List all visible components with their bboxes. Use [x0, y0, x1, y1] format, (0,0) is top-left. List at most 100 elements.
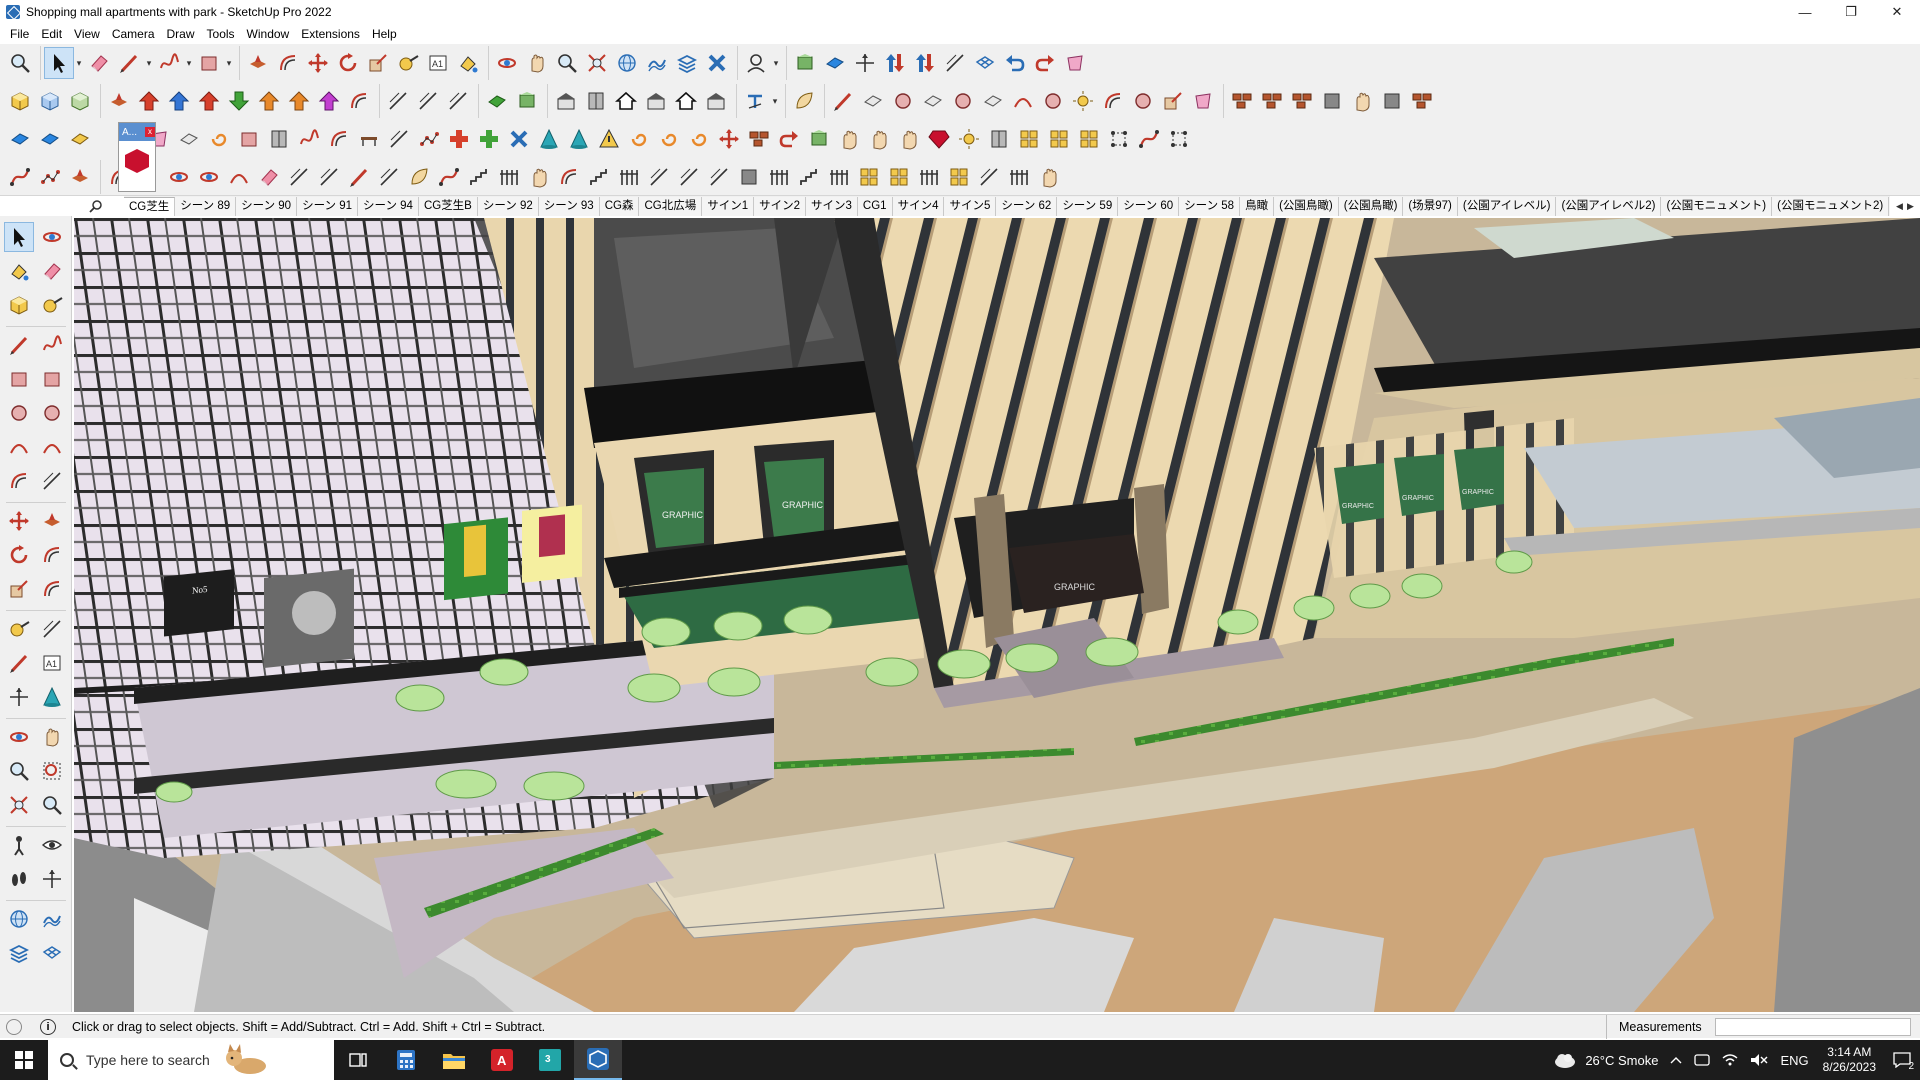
ext-23-button[interactable] — [804, 123, 834, 155]
scene-tab[interactable]: (公園モニュメント) — [1661, 197, 1773, 216]
axes-tool-button[interactable] — [850, 47, 880, 79]
scene-search-icon[interactable] — [86, 196, 106, 216]
rectangle-tool-button[interactable] — [194, 47, 224, 79]
left-component-button[interactable] — [4, 290, 34, 320]
shape-8-button[interactable] — [1068, 85, 1098, 117]
extrude-blue-button[interactable] — [164, 85, 194, 117]
ext-34-button[interactable] — [1134, 123, 1164, 155]
speaker-muted-icon[interactable] — [1744, 1053, 1774, 1067]
ext-16-button[interactable] — [594, 123, 624, 155]
ext-3-button[interactable] — [204, 123, 234, 155]
scene-tab[interactable]: シーン 91 — [297, 197, 359, 216]
plane-3-button[interactable] — [65, 123, 95, 155]
minimize-button[interactable]: — — [1782, 0, 1828, 24]
left-axes-button[interactable] — [4, 682, 34, 712]
left-zoom-button[interactable] — [4, 756, 34, 786]
shape-6-button[interactable] — [1008, 85, 1038, 117]
tex-5-button[interactable] — [1347, 85, 1377, 117]
scene-tab[interactable]: サイン2 — [754, 197, 807, 216]
tex-1-button[interactable] — [1227, 85, 1257, 117]
calculator-app-icon[interactable] — [382, 1040, 430, 1080]
extrude-x-button[interactable] — [284, 85, 314, 117]
zoom-tool-button[interactable] — [552, 47, 582, 79]
ext-27-button[interactable] — [924, 123, 954, 155]
tool-p-button[interactable] — [554, 161, 584, 193]
shape-1-button[interactable] — [858, 85, 888, 117]
left-previous-view-button[interactable] — [37, 790, 67, 820]
shaded-view-button[interactable] — [65, 85, 95, 117]
rotate-tool-button[interactable] — [333, 47, 363, 79]
scene-tab[interactable]: シーン 94 — [358, 197, 419, 216]
ext-7-button[interactable] — [324, 123, 354, 155]
left-drape-button[interactable] — [37, 938, 67, 968]
tool-f-button[interactable] — [254, 161, 284, 193]
ext-11-button[interactable] — [444, 123, 474, 155]
ext-15-button[interactable] — [564, 123, 594, 155]
green-face-button[interactable] — [482, 85, 512, 117]
left-section-plane-button[interactable] — [37, 864, 67, 894]
undo-button[interactable] — [1000, 47, 1030, 79]
plane-2-button[interactable] — [35, 123, 65, 155]
left-polygon-button[interactable] — [37, 398, 67, 428]
ext-25-button[interactable] — [864, 123, 894, 155]
ext-2-button[interactable] — [174, 123, 204, 155]
slash-3-button[interactable] — [443, 85, 473, 117]
scene-tab[interactable]: CG芝生 — [124, 197, 176, 216]
menu-file[interactable]: File — [4, 24, 35, 44]
hide-tool-button[interactable] — [1060, 47, 1090, 79]
scene-tab[interactable]: シーン 60 — [1118, 197, 1180, 216]
ext-28-button[interactable] — [954, 123, 984, 155]
scene-tab[interactable]: (场景97) — [1403, 197, 1458, 216]
scene-tab[interactable]: シーン 59 — [1057, 197, 1119, 216]
ext-8-button[interactable] — [354, 123, 384, 155]
shape-12-button[interactable] — [1188, 85, 1218, 117]
extrude-v-button[interactable] — [224, 85, 254, 117]
scene-tab[interactable]: 北口広場 — [1889, 197, 1890, 216]
left-protractor-button[interactable] — [4, 648, 34, 678]
tex-4-button[interactable] — [1317, 85, 1347, 117]
scene-tab[interactable]: CG森 — [599, 197, 640, 216]
left-rotated-rectangle-button[interactable] — [37, 364, 67, 394]
push-pull-2-button[interactable] — [104, 85, 134, 117]
notification-center-icon[interactable]: 2 — [1884, 1040, 1920, 1080]
text-tool-button[interactable]: A1 — [423, 47, 453, 79]
ext-31-button[interactable] — [1044, 123, 1074, 155]
slash-2-button[interactable] — [413, 85, 443, 117]
store-button[interactable] — [641, 85, 671, 117]
shape-9-button[interactable] — [1098, 85, 1128, 117]
scene-tab[interactable]: シーン 89 — [175, 197, 237, 216]
line-tool-button[interactable] — [114, 47, 144, 79]
tool-t-button[interactable] — [674, 161, 704, 193]
book-button[interactable] — [581, 85, 611, 117]
geolocation-icon[interactable] — [6, 1018, 22, 1035]
left-zoom-extents-button[interactable] — [4, 790, 34, 820]
info-icon[interactable]: i — [40, 1018, 56, 1035]
scene-tab[interactable]: (公園鳥瞰) — [1274, 197, 1339, 216]
scene-tab[interactable]: (公園鳥瞰) — [1338, 197, 1404, 216]
ext-12-button[interactable] — [474, 123, 504, 155]
tool-j-button[interactable] — [374, 161, 404, 193]
ext-29-button[interactable] — [984, 123, 1014, 155]
scene-tab-scroll[interactable]: ◀ ▶ — [1894, 196, 1916, 216]
left-circle-button[interactable] — [4, 398, 34, 428]
left-line-button[interactable] — [4, 330, 34, 360]
left-orbit-button[interactable] — [37, 222, 67, 252]
scene-tab[interactable]: CG北広場 — [639, 197, 703, 216]
model-viewport[interactable]: No5 GRAPHIC GRAPHIC GRAPHIC GRAPHIC GRAP… — [74, 218, 1920, 1012]
scene-tab[interactable]: (公園アイレベル2) — [1556, 197, 1662, 216]
dropdown-arrow-icon[interactable]: ▾ — [184, 58, 194, 69]
dropdown-arrow-icon[interactable]: ▾ — [144, 58, 154, 69]
leaf-tool-button[interactable] — [789, 85, 819, 117]
tool-y-button[interactable] — [824, 161, 854, 193]
warehouse-tool-button[interactable] — [612, 47, 642, 79]
ext-13-button[interactable] — [504, 123, 534, 155]
tex-2-button[interactable] — [1257, 85, 1287, 117]
component-a-button[interactable] — [790, 47, 820, 79]
left-walk-button[interactable] — [4, 864, 34, 894]
scene-tab[interactable]: サイン5 — [944, 197, 997, 216]
sandbox-tool-button[interactable] — [642, 47, 672, 79]
ext-26-button[interactable] — [894, 123, 924, 155]
tool-ad-button[interactable] — [974, 161, 1004, 193]
shape-11-button[interactable] — [1158, 85, 1188, 117]
ext-4-button[interactable] — [234, 123, 264, 155]
